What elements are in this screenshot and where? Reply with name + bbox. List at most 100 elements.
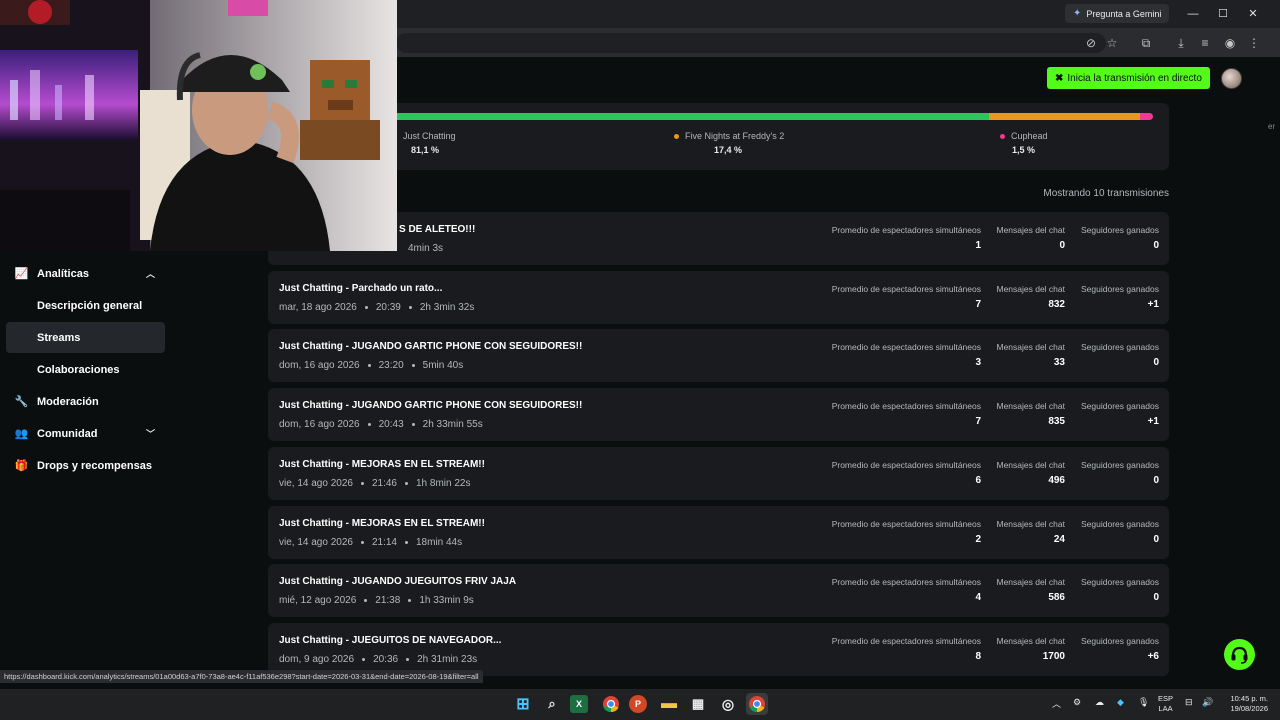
separator-dot: [408, 599, 412, 602]
defender-icon[interactable]: ◆: [1117, 697, 1124, 708]
minimize-icon[interactable]: —: [1183, 5, 1203, 23]
store-icon[interactable]: ▦: [687, 693, 709, 715]
menu-icon[interactable]: ⋮: [1244, 33, 1264, 53]
col-label-viewers: Promedio de espectadores simultáneos: [831, 519, 981, 529]
stream-meta: dom, 16 ago 2026 23:20 5min 40s: [279, 360, 463, 371]
sidebar-item-label: Analíticas: [37, 267, 89, 280]
excel-icon[interactable]: X: [570, 695, 588, 713]
stream-row[interactable]: Just Chatting - JUGANDO GARTIC PHONE CON…: [268, 388, 1169, 441]
stream-row[interactable]: Just Chatting - JUEGUITOS DE NAVEGADOR..…: [268, 623, 1169, 676]
stream-time: 20:36: [373, 654, 399, 665]
separator-dot: [411, 423, 415, 426]
tray-expand-icon[interactable]: ︿: [1052, 697, 1061, 710]
lang-primary: ESP: [1158, 694, 1174, 703]
followers-gained-value: +6: [1147, 651, 1159, 662]
chat-messages-value: 496: [1048, 475, 1065, 486]
chart-icon: 📈: [14, 268, 29, 280]
stream-row[interactable]: Just Chatting - Parchado un rato... mar, …: [268, 271, 1169, 324]
col-label-messages: Mensajes del chat: [996, 577, 1065, 587]
stream-duration: 1h 33min 9s: [419, 595, 474, 606]
col-label-messages: Mensajes del chat: [996, 342, 1065, 352]
chat-messages-value: 0: [1059, 240, 1065, 251]
stream-meta: mar, 18 ago 2026 20:39 2h 3min 32s: [279, 302, 474, 313]
maximize-icon[interactable]: ☐: [1213, 5, 1233, 23]
stream-meta: vie, 14 ago 2026 21:14 18min 44s: [279, 537, 462, 548]
language-indicator[interactable]: ESP LAA: [1158, 694, 1173, 714]
stream-duration: 2h 31min 23s: [417, 654, 478, 665]
stream-row[interactable]: Just Chatting - JUGANDO JUEGUITOS FRIV J…: [268, 564, 1169, 617]
separator-dot: [360, 482, 364, 485]
sidebar-item-community[interactable]: 👥 Comunidad ﹀: [6, 418, 165, 449]
support-button[interactable]: [1224, 639, 1255, 670]
followers-gained-value: 0: [1153, 240, 1159, 251]
profile-icon[interactable]: ◉: [1220, 33, 1240, 53]
sidebar-item-drops[interactable]: 🎁 Drops y recompensas: [6, 450, 165, 481]
stream-date: dom, 16 ago 2026: [279, 419, 360, 430]
address-bar[interactable]: [396, 33, 1106, 53]
col-label-followers: Seguidores ganados: [1081, 342, 1159, 352]
stream-duration: 4min 3s: [408, 243, 444, 254]
sidebar-item-label: Drops y recompensas: [37, 459, 152, 472]
followers-gained-value: 0: [1153, 534, 1159, 545]
download-icon[interactable]: ⤓: [1171, 33, 1191, 53]
tray-app-icon[interactable]: ⚙: [1073, 697, 1081, 708]
col-label-messages: Mensajes del chat: [996, 225, 1065, 235]
avg-viewers-value: 4: [975, 592, 981, 603]
stream-row[interactable]: Just Chatting - MEJORAS EN EL STREAM!! vi…: [268, 447, 1169, 500]
stream-date: mar, 18 ago 2026: [279, 302, 357, 313]
file-explorer-icon[interactable]: ▬: [658, 693, 680, 715]
stream-date: mié, 12 ago 2026: [279, 595, 357, 606]
separator-dot: [364, 599, 368, 602]
close-icon[interactable]: ✕: [1243, 5, 1263, 23]
media-icon[interactable]: ≡: [1195, 33, 1215, 53]
webcam-overlay: [0, 0, 397, 251]
stream-meta: 4min 3s: [408, 243, 443, 254]
network-icon[interactable]: ⊟: [1185, 697, 1193, 708]
sidebar-item-streams[interactable]: Streams: [6, 322, 165, 353]
stream-meta: mié, 12 ago 2026 21:38 1h 33min 9s: [279, 595, 474, 606]
avg-viewers-value: 2: [975, 534, 981, 545]
mic-icon[interactable]: 🎙: [1138, 697, 1149, 708]
chat-messages-value: 835: [1048, 416, 1065, 427]
chrome-active-icon[interactable]: [746, 693, 768, 715]
stream-title: S DE ALETEO!!!: [399, 224, 476, 235]
stream-time: 21:38: [375, 595, 401, 606]
separator-dot: [404, 482, 408, 485]
sidebar-item-analytics[interactable]: 📈 Analíticas ︿: [6, 258, 165, 289]
stream-time: 21:14: [371, 537, 397, 548]
showing-count: Mostrando 10 transmisiones: [1043, 188, 1169, 199]
col-label-followers: Seguidores ganados: [1081, 636, 1159, 646]
eye-off-icon[interactable]: ⊘: [1081, 33, 1101, 53]
bookmark-star-icon[interactable]: ☆: [1102, 33, 1122, 53]
stream-row[interactable]: Just Chatting - MEJORAS EN EL STREAM!! vi…: [268, 506, 1169, 559]
category-pct: 17,4 %: [714, 145, 743, 155]
separator-dot: [367, 364, 371, 367]
wrench-icon: 🔧: [14, 396, 29, 408]
taskbar-clock[interactable]: 10:45 p. m. 19/08/2026: [1220, 694, 1268, 714]
sidebar-item-collabs[interactable]: Colaboraciones: [6, 354, 165, 385]
stream-time: 23:20: [378, 360, 404, 371]
search-icon[interactable]: ⌕: [541, 693, 563, 715]
extensions-icon[interactable]: ⧉: [1136, 33, 1156, 53]
powerpoint-icon[interactable]: P: [629, 695, 647, 713]
volume-icon[interactable]: 🔊: [1202, 697, 1213, 708]
separator-dot: [367, 423, 371, 426]
stream-row[interactable]: S DE ALETEO!!! 4min 3s Promedio de especta…: [268, 212, 1169, 265]
avg-viewers-value: 7: [975, 416, 981, 427]
category-name: Just Chatting: [403, 131, 456, 141]
windows-start-icon[interactable]: ⊞: [512, 693, 534, 715]
col-label-followers: Seguidores ganados: [1081, 577, 1159, 587]
sidebar-item-moderation[interactable]: 🔧 Moderación: [6, 386, 165, 417]
onedrive-icon[interactable]: ☁: [1095, 697, 1104, 708]
gemini-button[interactable]: ✦ Pregunta a Gemini: [1065, 4, 1170, 23]
col-label-messages: Mensajes del chat: [996, 401, 1065, 411]
chrome-icon[interactable]: [600, 693, 622, 715]
followers-gained-value: +1: [1147, 416, 1159, 427]
app-icon[interactable]: ◎: [717, 693, 739, 715]
avg-viewers-value: 8: [975, 651, 981, 662]
stream-meta: dom, 9 ago 2026 20:36 2h 31min 23s: [279, 654, 477, 665]
go-live-button[interactable]: ✖ Inicia la transmisión en directo: [1047, 67, 1210, 89]
avatar[interactable]: [1221, 68, 1242, 89]
stream-row[interactable]: Just Chatting - JUGANDO GARTIC PHONE CON…: [268, 329, 1169, 382]
sidebar-item-overview[interactable]: Descripción general: [6, 290, 165, 321]
